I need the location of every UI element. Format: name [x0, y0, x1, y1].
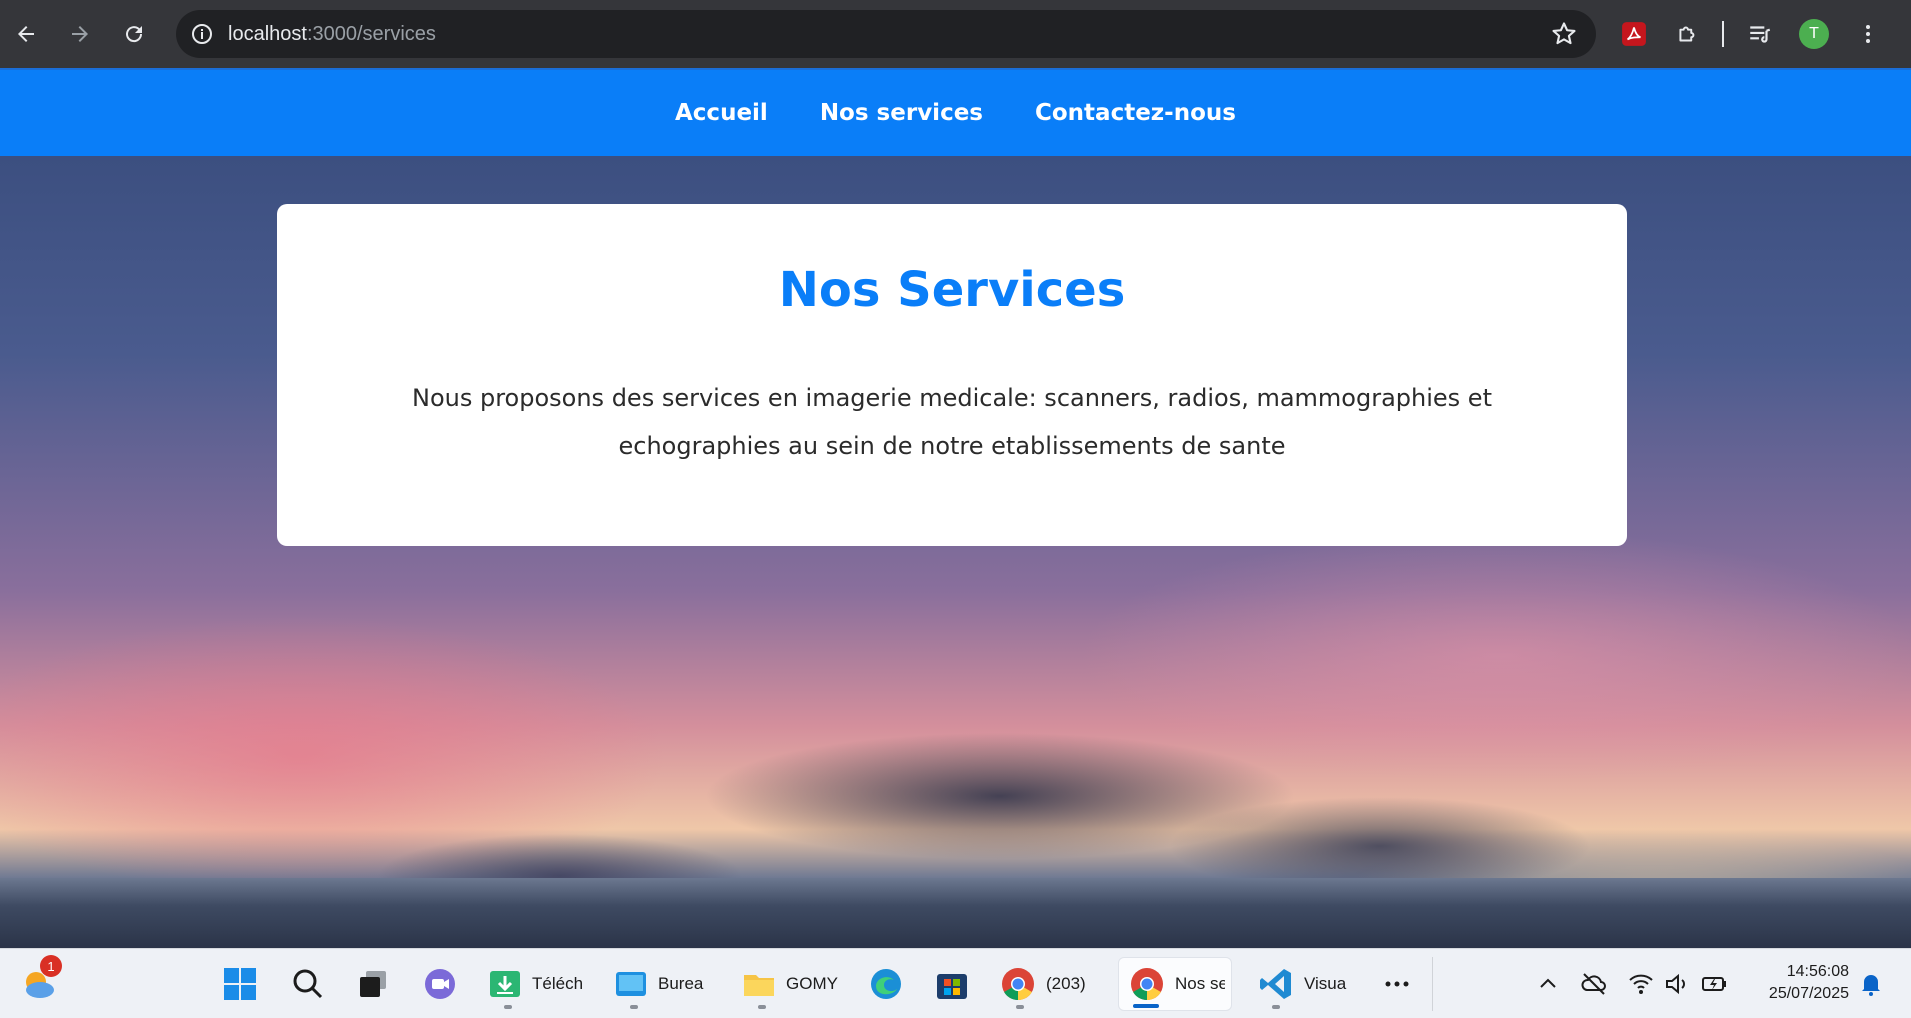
taskbar-app-vscode[interactable]: Visua	[1258, 957, 1360, 1011]
nav-link-nos-services[interactable]: Nos services	[820, 100, 983, 126]
running-indicator	[630, 1005, 638, 1009]
app-label: Téléch	[532, 974, 584, 993]
taskbar-app-desktop[interactable]: Burea	[614, 957, 714, 1011]
taskbar-app-edge[interactable]	[868, 957, 904, 1011]
nav-link-accueil[interactable]: Accueil	[675, 100, 768, 126]
chevron-up-icon	[1540, 978, 1556, 988]
acrobat-extension-icon[interactable]	[1612, 12, 1656, 56]
reload-icon	[126, 26, 143, 43]
task-view-icon	[360, 971, 386, 997]
search-icon	[293, 969, 323, 999]
url-host: localhost	[228, 22, 307, 45]
bookmark-star-icon[interactable]	[1550, 20, 1578, 48]
back-button[interactable]	[6, 14, 46, 54]
teams-chat-button[interactable]	[422, 957, 458, 1011]
running-indicator	[1016, 1005, 1024, 1009]
folder-icon	[744, 975, 774, 996]
battery-tray[interactable]	[1700, 957, 1728, 1011]
active-indicator	[1133, 1004, 1159, 1008]
windows-taskbar: 1 Téléch Burea GOMY (203) Nos se Visua 1…	[0, 948, 1911, 1018]
wifi-tray[interactable]	[1628, 957, 1654, 1011]
edge-browser-icon	[871, 969, 901, 999]
hero-background: Nos Services Nous proposons des services…	[0, 156, 1911, 948]
task-view-button[interactable]	[356, 957, 390, 1011]
system-clock[interactable]: 14:56:08 25/07/2025	[1769, 961, 1849, 1005]
page-title: Nos Services	[778, 262, 1126, 318]
volume-tray[interactable]	[1664, 957, 1690, 1011]
start-button[interactable]	[222, 957, 258, 1011]
forward-button[interactable]	[60, 14, 100, 54]
clock-time: 14:56:08	[1786, 963, 1849, 980]
speaker-icon	[1666, 973, 1685, 995]
app-label: Visua	[1304, 974, 1347, 993]
media-queue-icon[interactable]	[1738, 12, 1782, 56]
download-folder-icon	[490, 971, 520, 997]
tray-overflow-button[interactable]	[1536, 957, 1560, 1011]
taskbar-app-file-explorer[interactable]: GOMY	[742, 957, 842, 1011]
taskbar-divider	[1432, 957, 1433, 1011]
extensions-area: T	[1612, 0, 1900, 68]
taskbar-app-store[interactable]	[934, 957, 970, 1011]
sea-horizon	[0, 878, 1911, 948]
clock-date: 25/07/2025	[1768, 985, 1849, 1002]
running-indicator	[504, 1005, 512, 1009]
browser-toolbar: localhost:3000/services T	[0, 0, 1911, 68]
more-horizontal-icon	[1385, 981, 1409, 987]
app-label: (203)	[1046, 974, 1086, 993]
bell-icon	[1862, 975, 1880, 996]
url-text: localhost:3000/services	[228, 23, 436, 46]
wifi-icon	[1629, 974, 1653, 994]
taskbar-app-chrome-nos-services[interactable]: Nos se	[1118, 957, 1232, 1011]
taskbar-app-downloads[interactable]: Téléch	[488, 957, 588, 1011]
taskbar-overflow-button[interactable]	[1382, 957, 1412, 1011]
running-indicator	[758, 1005, 766, 1009]
url-path: :3000/services	[306, 22, 436, 45]
notification-badge: 1	[40, 955, 62, 977]
running-indicator	[1272, 1005, 1280, 1009]
arrow-left-icon	[18, 26, 34, 42]
onedrive-tray[interactable]	[1580, 957, 1608, 1011]
chrome-icon	[1131, 968, 1163, 1001]
search-button[interactable]	[290, 957, 326, 1011]
avatar: T	[1799, 19, 1829, 49]
taskbar-app-chrome-youtube[interactable]: (203)	[1000, 957, 1102, 1011]
chat-camera-icon	[425, 969, 455, 999]
services-description: Nous proposons des services en imagerie …	[412, 384, 1492, 460]
site-info-icon[interactable]	[188, 20, 216, 48]
toolbar-divider	[1722, 21, 1724, 47]
arrow-right-icon	[72, 26, 88, 42]
windows-logo-icon	[224, 968, 256, 1000]
app-label: Burea	[658, 974, 704, 993]
weather-widget[interactable]: 1	[20, 955, 62, 1011]
cloud-offline-icon	[1581, 973, 1606, 995]
profile-avatar[interactable]: T	[1792, 12, 1836, 56]
site-navbar: Accueil Nos services Contactez-nous	[0, 68, 1911, 156]
address-bar[interactable]: localhost:3000/services	[176, 10, 1596, 58]
notifications-button[interactable]	[1858, 957, 1884, 1011]
extensions-puzzle-icon[interactable]	[1666, 12, 1710, 56]
app-label: GOMY	[786, 974, 838, 993]
app-label: Nos se	[1175, 974, 1225, 993]
chrome-icon	[1002, 968, 1034, 1001]
vscode-icon	[1260, 969, 1291, 999]
browser-menu-icon[interactable]	[1846, 12, 1890, 56]
battery-charging-icon	[1702, 977, 1726, 991]
reload-button[interactable]	[114, 14, 154, 54]
nav-link-contactez-nous[interactable]: Contactez-nous	[1035, 100, 1236, 126]
services-card: Nos Services Nous proposons des services…	[277, 204, 1627, 546]
desktop-folder-icon	[616, 972, 646, 996]
store-icon	[937, 974, 967, 999]
